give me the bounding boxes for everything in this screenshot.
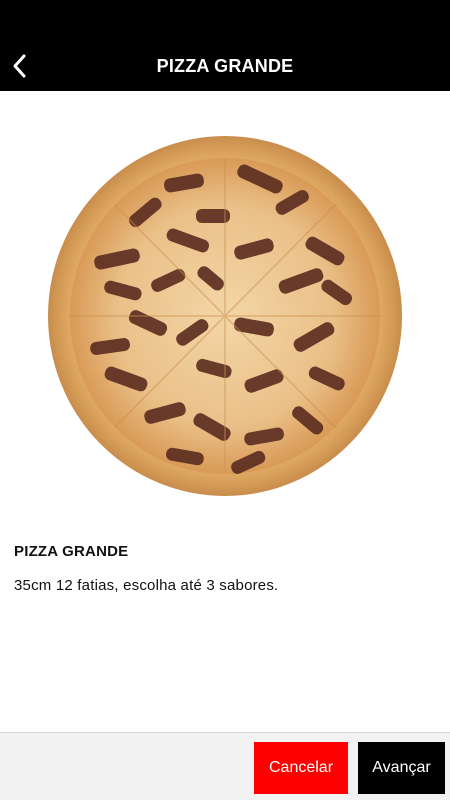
top-bar: PIZZA GRANDE <box>0 0 450 91</box>
product-description: 35cm 12 fatias, escolha até 3 sabores. <box>14 577 279 594</box>
next-button[interactable]: Avançar <box>358 742 445 794</box>
footer-bar: Cancelar Avançar <box>0 732 450 800</box>
cancel-button[interactable]: Cancelar <box>254 742 348 794</box>
pizza-image <box>48 136 402 496</box>
product-name: PIZZA GRANDE <box>14 543 129 560</box>
page-title: PIZZA GRANDE <box>156 56 294 76</box>
